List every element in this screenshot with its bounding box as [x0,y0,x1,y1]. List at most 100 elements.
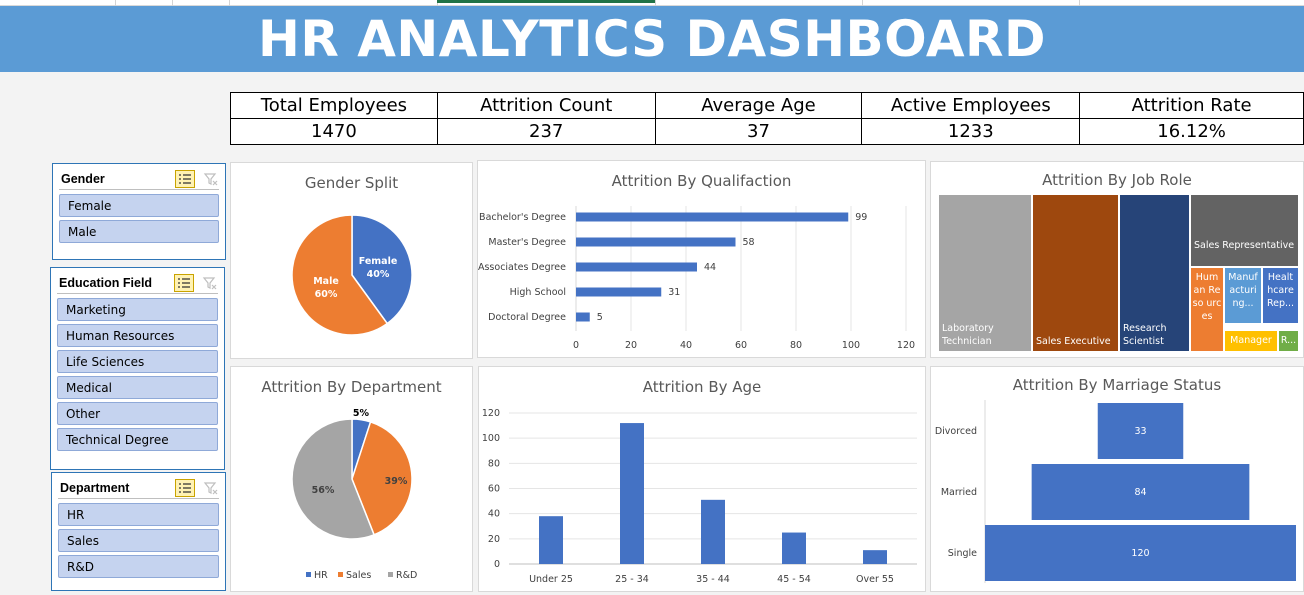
qualification-chart[interactable]: Attrition By Qualifaction 0 20 40 60 80 100 12… [477,160,926,358]
treemap-tile-1[interactable]: Laboratory Technician [939,195,1031,351]
data-label: 99 [855,212,867,223]
slicer-item-rnd[interactable]: R&D [58,555,219,578]
clear-filter-icon[interactable] [203,480,219,496]
data-label: 33 [1134,426,1146,437]
column-1 [539,516,563,564]
category-label: Associates Degree [478,262,566,273]
bar-associatesdegree [576,262,697,272]
kpi-label[interactable]: Active Employees [861,92,1081,119]
category-label: Master's Degree [488,237,566,248]
x-tick-label: 0 [573,340,579,351]
treemap-label: Healt hcare Rep... [1266,272,1295,309]
dashboard-title: HR ANALYTICS DASHBOARD [257,10,1047,68]
department-pie-svg: 5% 39% 56% HR Sales R&D [291,408,417,581]
slicer-header: Department [58,477,219,499]
category-label: Single [948,548,977,559]
kpi-value[interactable]: 16.12% [1079,118,1304,145]
multi-select-icon[interactable] [175,478,195,497]
slicer-item-female[interactable]: Female [59,194,219,217]
slicer-item-hr[interactable]: HR [58,503,219,526]
clear-filter-icon[interactable] [202,275,218,291]
treemap-tile-8[interactable]: Manager [1225,331,1277,351]
bar-doctoraldegree [576,312,590,322]
column-4 [782,532,806,564]
marriage-chart[interactable]: Attrition By Marriage Status 33 Divorced 8… [930,366,1304,592]
slicer-title: Department [60,480,130,495]
kpi-label[interactable]: Attrition Count [436,92,656,119]
kpi-value[interactable]: 37 [654,118,863,145]
category-label: Doctoral Degree [488,312,566,323]
legend-swatch [338,572,343,577]
treemap-tile-7[interactable]: Healt hcare Rep... [1263,268,1298,323]
slicer-title: Gender [61,171,105,186]
x-tick-label: 20 [625,340,637,351]
treemap-tile-4[interactable]: Sales Representative [1191,195,1298,266]
bar-highschool [576,287,662,297]
kpi-table: Total Employees Attrition Count Average … [230,92,1304,145]
legend-label-sales: Sales [346,570,371,581]
active-column-indicator [437,0,655,3]
pie-data-label: 60% [315,289,338,300]
treemap-label: Research Scientist [1123,323,1167,347]
kpi-label[interactable]: Average Age [654,92,863,119]
pie-data-label: 40% [367,269,390,280]
slicer-item-marketing[interactable]: Marketing [57,298,218,321]
category-label: Over 55 [856,574,894,585]
category-label: Married [941,487,977,498]
department-chart[interactable]: Attrition By Department 5% 39% 56% HR Sales R… [230,366,473,592]
x-tick-label: 120 [897,340,915,351]
treemap-label: Manager [1230,335,1272,346]
treemap-label: Manuf acturi ng... [1228,272,1258,309]
slicer-item-other[interactable]: Other [57,402,218,425]
legend-swatch [388,572,393,577]
treemap-label: Sales Executive [1036,336,1111,347]
data-label: 44 [704,262,716,273]
treemap-tile-9[interactable]: R... [1279,331,1298,351]
title-banner: HR ANALYTICS DASHBOARD [0,6,1304,72]
age-chart[interactable]: Attrition By Age 0 20 40 60 80 100 120 Under 25… [478,366,926,592]
job-role-chart[interactable]: Attrition By Job Role Laboratory Technic… [930,161,1304,358]
pie-data-label: 5% [353,408,370,419]
x-tick-label: 40 [680,340,692,351]
treemap-label: Sales Representative [1194,239,1295,251]
slicer-item-technical-degree[interactable]: Technical Degree [57,428,218,451]
multi-select-icon[interactable] [175,169,195,188]
treemap-label: Laboratory Technician [942,323,994,347]
data-label: 84 [1134,487,1146,498]
slicer-header: Education Field [57,272,218,294]
kpi-value[interactable]: 237 [436,118,656,145]
gender-pie-svg: Female 40% Male 60% [291,214,413,336]
slicer-item-human-resources[interactable]: Human Resources [57,324,218,347]
pie-data-label: Female [359,256,398,267]
column-3 [701,499,725,564]
legend-label-rd: R&D [396,570,417,581]
slicer-item-life-sciences[interactable]: Life Sciences [57,350,218,373]
kpi-label[interactable]: Total Employees [230,92,438,119]
clear-filter-icon[interactable] [203,171,219,187]
x-tick-label: 100 [842,340,860,351]
slicer-item-male[interactable]: Male [59,220,219,243]
treemap-tile-3[interactable]: Research Scientist [1120,195,1189,351]
category-label: 25 - 34 [615,574,649,585]
marriage-funnel-svg: 33 Divorced 84 Married 120 Single [935,400,1296,583]
kpi-label[interactable]: Attrition Rate [1079,92,1304,119]
gender-slicer[interactable]: Gender Female Male [52,163,226,260]
kpi-value[interactable]: 1233 [861,118,1081,145]
data-label: 5 [597,312,603,323]
treemap-label: R... [1280,335,1297,346]
department-slicer[interactable]: Department HR Sales R&D [51,472,226,591]
treemap-tile-6[interactable]: Manuf acturi ng... [1225,268,1261,323]
slicer-header: Gender [59,168,219,190]
treemap-tile-5[interactable]: Hum an Reso urces [1191,268,1223,351]
data-label: 120 [1131,548,1149,559]
slicer-item-medical[interactable]: Medical [57,376,218,399]
kpi-value[interactable]: 1470 [230,118,438,145]
gender-split-chart[interactable]: Gender Split Female 40% Male 60% [230,162,473,359]
education-field-slicer[interactable]: Education Field Marketing Human Resource… [50,267,225,470]
age-column-svg: 0 20 40 60 80 100 120 Under 25 25 - 34 35 - 44 45 … [482,408,917,585]
treemap-tile-2[interactable]: Sales Executive [1033,195,1118,351]
multi-select-icon[interactable] [174,273,194,292]
chart-title: Attrition By Job Role [1042,171,1192,189]
slicer-item-sales[interactable]: Sales [58,529,219,552]
qualification-bar-svg: 0 20 40 60 80 100 120 Bachelor's Degree 99 Master… [478,206,915,351]
